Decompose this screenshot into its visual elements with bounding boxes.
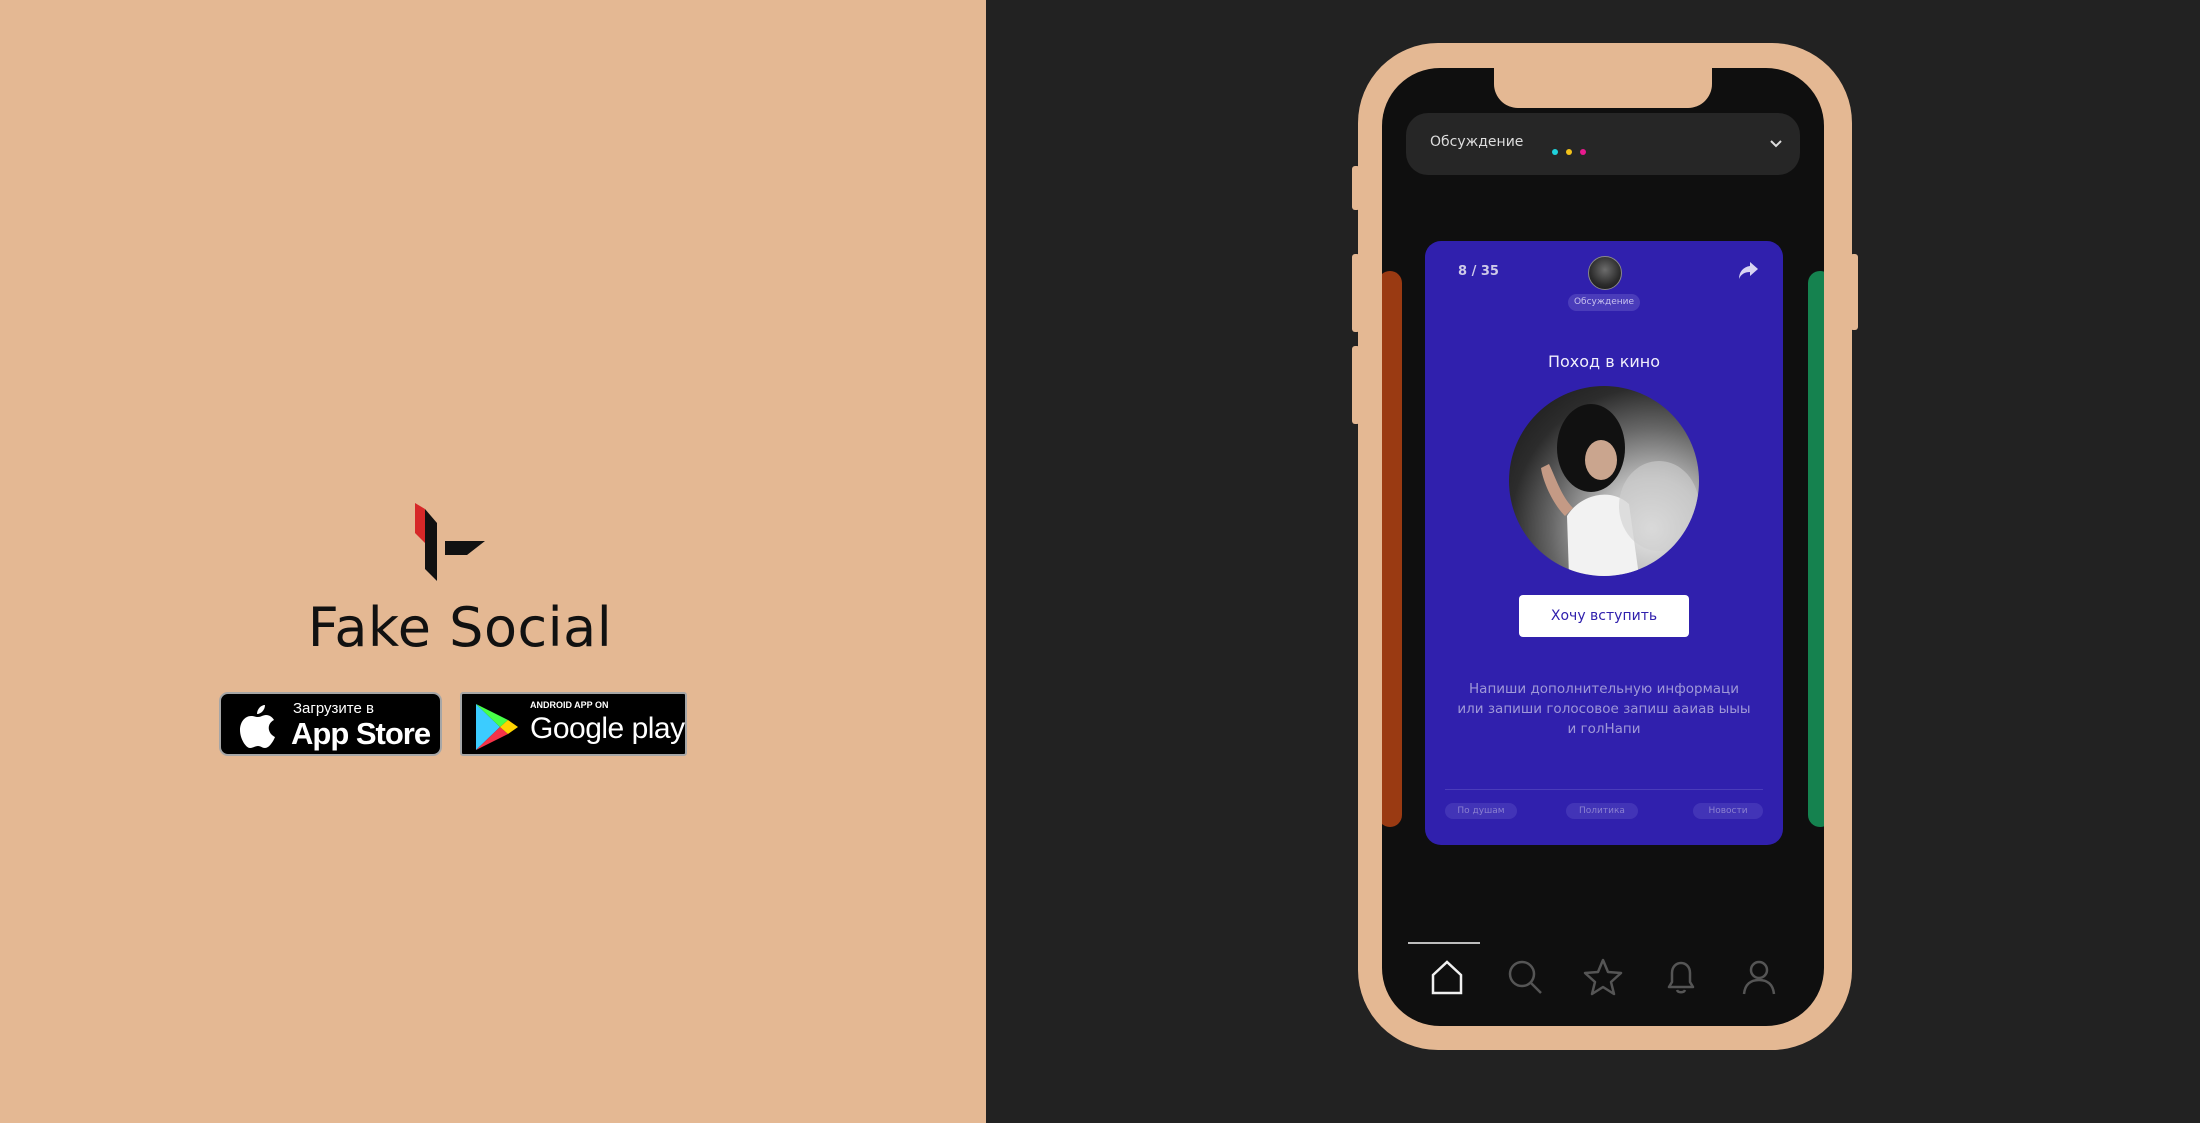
google-play-big-text: Google play	[530, 712, 685, 745]
topic-title: Поход в кино	[1547, 352, 1661, 371]
join-button[interactable]: Хочу вступить	[1519, 595, 1689, 637]
user-icon[interactable]	[1737, 955, 1781, 999]
tag-po-dusham[interactable]: По душам	[1445, 803, 1517, 819]
app-store-big-text: App Store	[291, 716, 431, 751]
tag-novosti[interactable]: Новости	[1693, 803, 1763, 819]
category-dropdown[interactable]: Обсуждение	[1406, 113, 1800, 175]
landing-panel: Fake Social Загрузите в App Store ANDROI…	[0, 0, 986, 1123]
star-icon[interactable]	[1581, 955, 1625, 999]
brand-name: Fake Social	[307, 596, 613, 659]
yellow-dot	[1566, 149, 1572, 155]
card-divider	[1445, 789, 1763, 790]
topic-card[interactable]: 8 / 35 Обсуждение Поход в кино Хочу всту…	[1425, 241, 1783, 845]
tag-politika[interactable]: Политика	[1566, 803, 1638, 819]
google-play-small-text: ANDROID APP ON	[530, 700, 609, 710]
bottom-navigation	[1382, 955, 1824, 1005]
pink-dot	[1580, 149, 1586, 155]
author-avatar[interactable]	[1588, 256, 1622, 290]
card-counter: 8 / 35	[1458, 264, 1499, 279]
apple-icon	[240, 705, 275, 748]
app-store-small-text: Загрузите в	[293, 700, 374, 717]
google-play-badge[interactable]: ANDROID APP ON Google play	[460, 692, 687, 756]
chevron-down-icon	[1770, 140, 1782, 148]
app-store-badge[interactable]: Загрузите в App Store	[219, 692, 442, 756]
fake-social-logo	[415, 503, 485, 581]
search-icon[interactable]	[1503, 955, 1547, 999]
category-label: Обсуждение	[1430, 134, 1524, 150]
cyan-dot	[1552, 149, 1558, 155]
bell-icon[interactable]	[1659, 955, 1703, 999]
topic-photo	[1509, 386, 1699, 576]
status-dots	[1552, 140, 1594, 159]
home-icon[interactable]	[1425, 955, 1469, 999]
next-card-edge[interactable]	[1808, 271, 1824, 827]
notch	[1494, 68, 1712, 108]
category-badge: Обсуждение	[1568, 294, 1640, 311]
phone-screen: Обсуждение 8 / 35 Обсуждение Поход в кин…	[1382, 68, 1824, 1026]
previous-card-edge[interactable]	[1382, 271, 1402, 827]
share-icon[interactable]	[1737, 259, 1759, 281]
topic-description: Напиши дополнительную информаци или запи…	[1457, 681, 1751, 737]
active-tab-indicator	[1408, 942, 1480, 944]
google-play-icon	[476, 704, 518, 750]
